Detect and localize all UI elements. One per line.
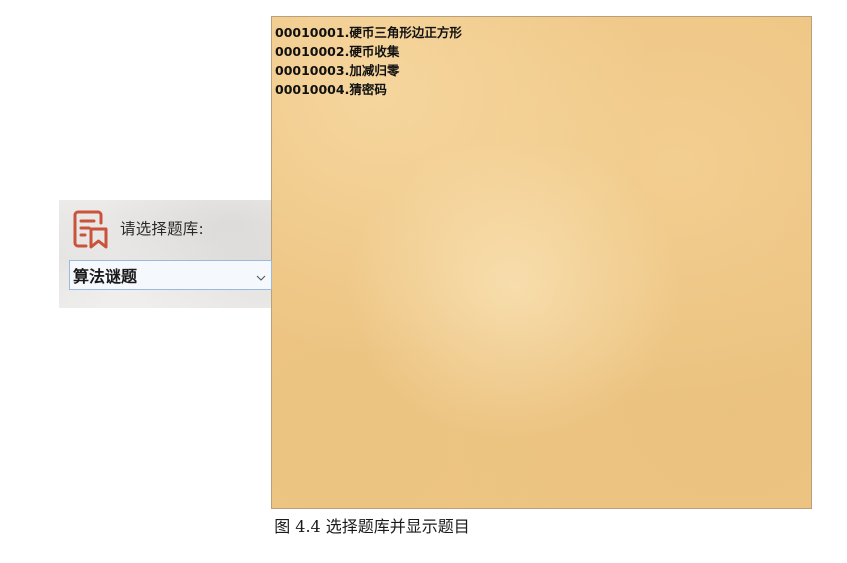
puzzle-item[interactable]: 00010001.硬币三角形边正方形 (275, 23, 462, 42)
puzzle-item[interactable]: 00010003.加减归零 (275, 61, 462, 80)
select-bank-label: 请选择题库: (120, 220, 204, 238)
puzzle-item[interactable]: 00010002.硬币收集 (275, 42, 462, 61)
puzzle-list: 00010001.硬币三角形边正方形 00010002.硬币收集 0001000… (275, 23, 462, 99)
figure-caption: 图 4.4 选择题库并显示题目 (274, 517, 470, 536)
selector-header: 请选择题库: (70, 206, 204, 250)
puzzle-item[interactable]: 00010004.猜密码 (275, 80, 462, 99)
selected-bank-value: 算法谜题 (73, 267, 138, 286)
puzzle-list-panel: 00010001.硬币三角形边正方形 00010002.硬币收集 0001000… (271, 16, 812, 509)
figure: 请选择题库: 算法谜题 00010001.硬币三角形边正方形 00010002.… (0, 0, 847, 563)
question-bank-icon (70, 206, 114, 250)
question-bank-dropdown[interactable]: 算法谜题 (69, 260, 272, 290)
question-bank-selector: 请选择题库: 算法谜题 (59, 200, 272, 308)
chevron-down-icon (256, 269, 266, 281)
